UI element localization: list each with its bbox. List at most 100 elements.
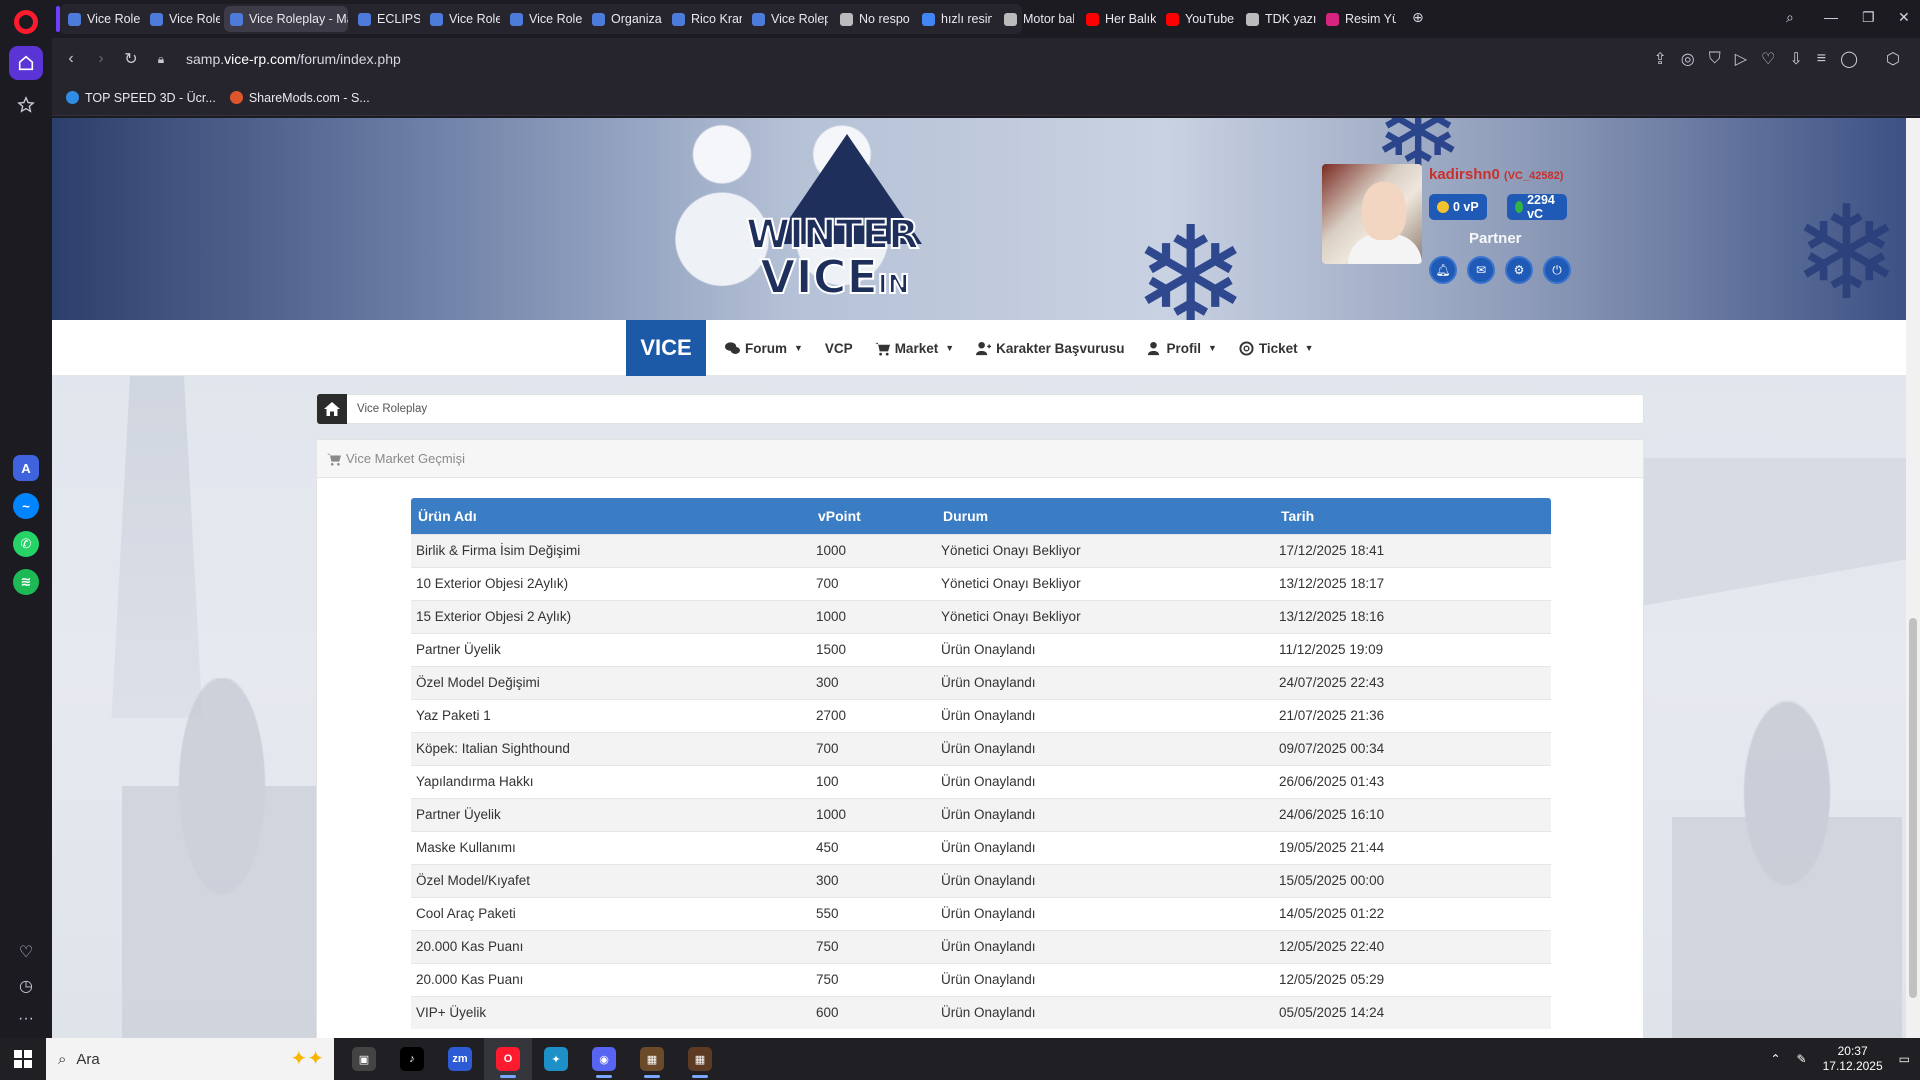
browser-tab[interactable]: Vice Roleplay - Market	[224, 6, 348, 32]
caret-down-icon: ▼	[1207, 343, 1217, 353]
status-cell: Ürün Onaylandı	[936, 797, 1274, 831]
user-profile-card: kadirshn0 (VC_42582) 0 vP 2294 vC Partne…	[1322, 164, 1571, 284]
browser-tab[interactable]: Vice Roleplay	[144, 6, 220, 32]
share-icon[interactable]: ⇪	[1653, 49, 1666, 69]
product-name-cell: Yapılandırma Hakkı	[411, 764, 811, 798]
opera-taskbar-button[interactable]: O	[484, 1038, 532, 1080]
settings-gear-icon[interactable]: ⚙	[1505, 256, 1533, 284]
browser-tab[interactable]: Motor bakım	[998, 6, 1074, 32]
nav-vcp[interactable]: VCP	[814, 320, 864, 376]
pen-icon[interactable]: ✎	[1797, 1052, 1807, 1066]
search-highlight-icon: ✦✦	[290, 1048, 324, 1070]
aria-icon[interactable]: A	[13, 455, 39, 481]
scrollbar-thumb[interactable]	[1909, 618, 1917, 998]
tab-label: Resim Yükle	[1345, 12, 1396, 26]
browser-tab[interactable]: TDK yazım ha	[1240, 6, 1316, 32]
star-icon[interactable]	[9, 88, 43, 122]
play-icon[interactable]: ▷	[1735, 49, 1747, 69]
avatar[interactable]	[1322, 164, 1422, 264]
spotify-icon[interactable]: ≋	[13, 569, 39, 595]
browser-tab[interactable]: Vice Roleplay	[746, 6, 828, 32]
browser-tab[interactable]: Her Balıkçının	[1080, 6, 1156, 32]
shield-icon[interactable]: ⛉	[1709, 50, 1721, 68]
profile-icon[interactable]: ◯	[1840, 49, 1858, 69]
page-scrollbar[interactable]	[1906, 118, 1920, 1038]
whatsapp-icon[interactable]: ✆	[13, 531, 39, 557]
game-launcher-taskbar-button[interactable]: ✦	[532, 1038, 580, 1080]
product-name-cell: Özel Model/Kıyafet	[411, 863, 811, 897]
back-icon[interactable]: ‹	[56, 44, 86, 74]
extensions-icon[interactable]: ⬡	[1886, 49, 1900, 69]
browser-tab[interactable]: Vice Roleplay	[62, 6, 140, 32]
bookmark-sharemods[interactable]: ShareMods.com - S...	[229, 91, 370, 105]
breadcrumb: Vice Roleplay	[316, 394, 1644, 424]
task-view-taskbar-button[interactable]: ▣	[340, 1038, 388, 1080]
heart-icon[interactable]: ♡	[19, 942, 33, 962]
browser-tab[interactable]: No response	[834, 6, 910, 32]
nav-ticket[interactable]: Ticket ▼	[1228, 320, 1325, 376]
browser-tab[interactable]: Organizasyon	[586, 6, 662, 32]
nav-profil[interactable]: Profil ▼	[1135, 320, 1227, 376]
tiktok-taskbar-button[interactable]: ♪	[388, 1038, 436, 1080]
camera-icon[interactable]: ◎	[1681, 49, 1695, 69]
new-tab-icon[interactable]: ⊕	[1412, 9, 1424, 26]
game-2-taskbar-button[interactable]: ▦	[676, 1038, 724, 1080]
status-cell: Ürün Onaylandı	[936, 929, 1274, 963]
browser-tab[interactable]: ECLIPSE - The	[352, 6, 420, 32]
brand-logo[interactable]: VICE	[626, 320, 706, 376]
vpoint-cell: 750	[811, 929, 936, 963]
browser-tab[interactable]: Rico Kranz	[666, 6, 742, 32]
product-name-cell: Maske Kullanımı	[411, 830, 811, 864]
tab-favicon-icon	[510, 12, 523, 26]
tiktok-icon: ♪	[400, 1047, 424, 1071]
home-icon[interactable]	[317, 394, 347, 424]
history-icon[interactable]: ◷	[19, 976, 33, 996]
nav-karakter-basvurusu[interactable]: Karakter Başvurusu	[965, 320, 1135, 376]
messenger-icon[interactable]: ~	[13, 493, 39, 519]
easy-setup-icon[interactable]: ≡	[1817, 50, 1826, 68]
heart-icon[interactable]: ♡	[1761, 49, 1775, 69]
caret-down-icon: ▼	[1304, 343, 1314, 353]
more-icon[interactable]: ···	[18, 1010, 34, 1028]
tray-chevron-icon[interactable]: ⌃	[1770, 1052, 1780, 1066]
notifications-icon[interactable]: ▭	[1899, 1052, 1910, 1066]
browser-tab[interactable]: Vice Roleplay	[424, 6, 500, 32]
discord-taskbar-button[interactable]: ◉	[580, 1038, 628, 1080]
minimize-icon[interactable]: —	[1824, 9, 1838, 25]
browser-tab[interactable]: Vice Roleplay	[504, 6, 582, 32]
home-icon[interactable]	[9, 46, 43, 80]
reload-icon[interactable]: ↻	[116, 44, 146, 74]
start-button[interactable]	[0, 1038, 46, 1080]
coin-icon	[1437, 201, 1449, 213]
nav-forum[interactable]: Forum ▼	[714, 320, 814, 376]
table-row: Köpek: Italian Sighthound 700 Ürün Onaylan…	[411, 731, 1551, 765]
search-tabs-icon[interactable]: ⌕	[1786, 9, 1794, 26]
date-cell: 24/07/2025 22:43	[1274, 665, 1551, 699]
browser-tab[interactable]: YouTube	[1160, 6, 1236, 32]
running-indicator	[596, 1075, 612, 1078]
game-1-taskbar-button[interactable]: ▦	[628, 1038, 676, 1080]
tab-favicon-icon	[150, 12, 163, 26]
status-cell: Ürün Onaylandı	[936, 665, 1274, 699]
breadcrumb-link[interactable]: Vice Roleplay	[357, 403, 427, 415]
clock[interactable]: 20:37 17.12.2025	[1823, 1044, 1883, 1074]
task-view-icon: ▣	[352, 1047, 376, 1071]
status-cell: Ürün Onaylandı	[936, 632, 1274, 666]
bookmark-top-speed[interactable]: TOP SPEED 3D - Ücr...	[66, 91, 216, 105]
close-icon[interactable]: ✕	[1898, 9, 1910, 26]
logout-power-icon[interactable]: ⏻	[1543, 256, 1571, 284]
taskbar-search[interactable]: ⌕ Ara ✦✦	[46, 1038, 334, 1080]
browser-tab[interactable]: Resim Yükle	[1320, 6, 1396, 32]
zoom-taskbar-button[interactable]: zm	[436, 1038, 484, 1080]
forward-icon[interactable]: ›	[86, 44, 116, 74]
restore-icon[interactable]: ❐	[1862, 9, 1875, 26]
notifications-bell-icon[interactable]: 🔔︎	[1429, 256, 1457, 284]
opera-logo-icon[interactable]	[14, 10, 38, 34]
browser-tab[interactable]: hızlı resim yü	[916, 6, 992, 32]
vpoint-cell: 1000	[811, 797, 936, 831]
messages-envelope-icon[interactable]: ✉	[1467, 256, 1495, 284]
nav-market[interactable]: Market ▼	[864, 320, 965, 376]
download-icon[interactable]: ⇩	[1789, 49, 1802, 69]
username[interactable]: kadirshn0 (VC_42582)	[1429, 166, 1563, 183]
url-field[interactable]: samp.vice-rp.com/forum/index.php	[186, 51, 401, 67]
